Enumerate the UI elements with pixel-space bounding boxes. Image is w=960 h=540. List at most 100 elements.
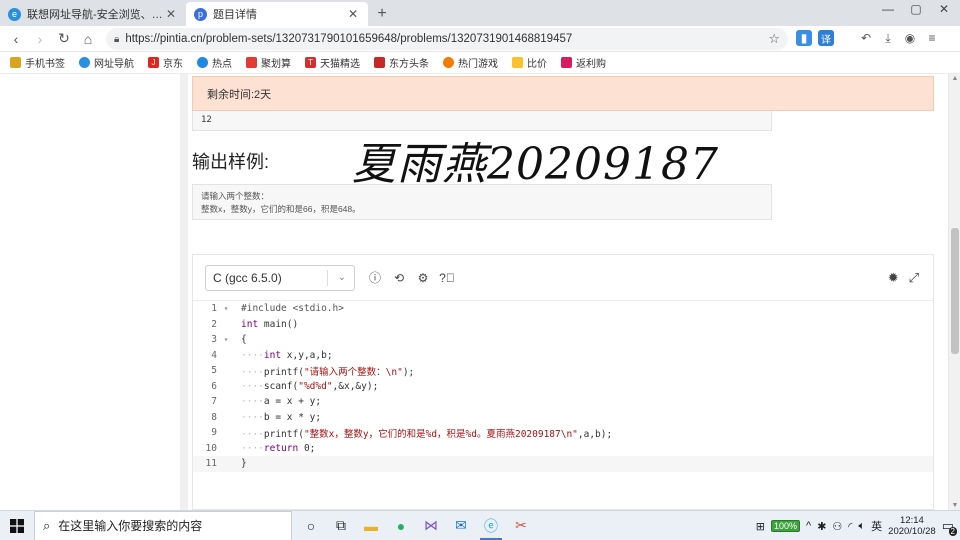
network-icon[interactable]: ◜ — [848, 520, 852, 533]
reload-button[interactable]: ↻ — [52, 30, 76, 47]
notification-icon[interactable]: ▭ 2 — [942, 518, 957, 536]
home-button[interactable]: ⌂ — [76, 31, 100, 47]
url-field[interactable]: 🔒︎ https://pintia.cn/problem-sets/132073… — [106, 28, 788, 50]
volume-icon[interactable]: 🔈︎ — [859, 520, 866, 533]
file-explorer-icon[interactable]: ▬ — [356, 511, 386, 540]
lock-icon: 🔒︎ — [114, 33, 120, 45]
windows-taskbar: ⌕ 在这里输入你要搜索的内容 ○ ⧉ ▬ ● ⋈ ✉ ⓔ ✂ ⊞ 100% ^ … — [0, 510, 960, 540]
code-line[interactable]: 8 ····b = x * y; — [193, 410, 933, 426]
info-icon[interactable]: ⓘ — [367, 270, 383, 286]
bookmark-item[interactable]: 热点 — [197, 55, 232, 70]
windows-logo-icon — [10, 518, 24, 533]
tab-problem-detail[interactable]: p 题目详情 ✕ — [186, 2, 368, 26]
bookmark-icon — [443, 57, 454, 68]
code-line[interactable]: 11} — [193, 456, 933, 472]
code-line[interactable]: 9 ····printf("整数x，整数y，它们的和是%d，积是%d。夏雨燕202… — [193, 425, 933, 441]
scrollbar-thumb[interactable] — [951, 228, 959, 354]
left-gutter — [180, 74, 188, 510]
translate-icon[interactable]: 译 — [818, 30, 834, 46]
bookmark-icon — [512, 57, 523, 68]
ime-indicator[interactable]: 英 — [871, 518, 882, 534]
bookmark-item[interactable]: 比价 — [512, 55, 547, 70]
bookmark-item[interactable]: 热门游戏 — [443, 55, 498, 70]
code-line[interactable]: 7 ····a = x + y; — [193, 394, 933, 410]
tray-chevron-icon[interactable]: ^ — [806, 520, 811, 532]
task-view-icon[interactable]: ⧉ — [326, 511, 356, 540]
battery-indicator[interactable]: 100% — [770, 520, 801, 532]
bookmark-item[interactable]: 手机书签 — [10, 55, 65, 70]
wechat-tray-icon[interactable]: ✱ — [817, 520, 826, 533]
clock[interactable]: 12:14 2020/10/28 — [888, 515, 936, 537]
browser-e-icon[interactable]: ⓔ — [476, 511, 506, 540]
code-line[interactable]: 2 int main() — [193, 317, 933, 333]
visual-studio-icon[interactable]: ⋈ — [416, 511, 446, 540]
bookmark-icon: T — [305, 57, 316, 68]
clock-time: 12:14 — [900, 515, 924, 526]
maximize-button[interactable]: ▢ — [902, 2, 930, 16]
remaining-time-banner: 剩余时间:2天 — [192, 76, 934, 111]
bookmark-icon — [10, 57, 21, 68]
code-line[interactable]: 1 ▾ #include <stdio.h> — [193, 301, 933, 317]
history-icon[interactable]: ⟲ — [391, 270, 407, 286]
close-tab-icon[interactable]: ✕ — [346, 7, 360, 21]
fullscreen-icon[interactable]: ⤢ — [909, 270, 919, 286]
close-window-button[interactable]: ✕ — [930, 2, 958, 16]
tray-app-icon[interactable]: ⊞ — [756, 520, 765, 533]
fold-arrow-icon[interactable]: ▾ — [221, 304, 231, 313]
code-text: } — [241, 458, 247, 470]
select-divider — [327, 269, 328, 286]
wechat-icon[interactable]: ● — [386, 511, 416, 540]
bookmark-item[interactable]: T 天猫精选 — [305, 55, 360, 70]
new-tab-button[interactable]: + — [368, 2, 396, 26]
tab-bar: e 联想网址导航-安全浏览、极速体验 ✕ p 题目详情 ✕ + — ▢ ✕ — [0, 0, 960, 26]
back-button[interactable]: ‹ — [4, 31, 28, 47]
snipping-tool-icon[interactable]: ✂ — [506, 511, 536, 540]
code-text: ····b = x * y; — [241, 411, 322, 423]
tab-lenovo-nav[interactable]: e 联想网址导航-安全浏览、极速体验 ✕ — [0, 2, 186, 26]
code-text: ····printf("请输入两个整数：\n"); — [241, 366, 415, 378]
language-select[interactable]: C (gcc 6.5.0) ⌄ — [205, 264, 355, 291]
line-number: 8 — [211, 411, 217, 423]
code-text: ····a = x + y; — [241, 396, 322, 408]
bookmark-item[interactable]: 聚划算 — [246, 55, 291, 70]
line-number: 5 — [211, 365, 217, 377]
code-line[interactable]: 6 ····scanf("%d%d",&x,&y); — [193, 379, 933, 395]
window-controls: — ▢ ✕ — [874, 2, 958, 16]
page-content: 剩余时间:2天 12 输出样例: 夏雨燕20209187 请输入两个整数： 整数… — [0, 74, 948, 510]
code-line[interactable]: 4 ····int x,y,a,b; — [193, 348, 933, 364]
bookmark-star-icon[interactable]: ☆ — [768, 31, 780, 47]
close-tab-icon[interactable]: ✕ — [164, 7, 178, 21]
mail-icon[interactable]: ✉ — [446, 511, 476, 540]
line-number: 7 — [211, 396, 217, 408]
people-icon[interactable]: ⚇ — [832, 520, 842, 533]
undo-icon[interactable]: ↶ — [858, 30, 874, 46]
taskbar-search-box[interactable]: ⌕ 在这里输入你要搜索的内容 — [34, 510, 292, 540]
scroll-down-arrow-icon[interactable]: ▼ — [949, 502, 960, 509]
settings-gear-icon[interactable]: ⚙ — [415, 270, 431, 286]
bookmark-item[interactable]: 网址导航 — [79, 55, 134, 70]
notification-count: 2 — [948, 527, 957, 536]
scroll-up-arrow-icon[interactable]: ▲ — [949, 75, 960, 82]
code-line[interactable]: 10 ····return 0; — [193, 441, 933, 457]
bookmark-item[interactable]: 返利购 — [561, 55, 606, 70]
debug-bug-icon[interactable]: ✹ — [888, 270, 899, 286]
forward-button[interactable]: › — [28, 31, 52, 47]
code-line[interactable]: 3 ▾ { — [193, 332, 933, 348]
extension-icon[interactable]: ▮ — [796, 30, 812, 46]
browser-toolbar-icons: ▮ 译 ↶ ⤓ ◉ ≡ — [796, 30, 940, 46]
help-icon[interactable]: ?⃝ — [439, 270, 455, 286]
fold-arrow-icon[interactable]: ▾ — [221, 335, 231, 344]
minimize-button[interactable]: — — [874, 2, 902, 16]
code-line[interactable]: 5 ····printf("请输入两个整数：\n"); — [193, 363, 933, 379]
page-scrollbar[interactable]: ▲ ▼ — [948, 74, 960, 510]
line-number: 10 — [205, 442, 217, 454]
download-icon[interactable]: ⤓ — [880, 30, 896, 46]
code-area[interactable]: 1 ▾ #include <stdio.h> 2 int main() 3 ▾ {4 ····i… — [193, 301, 933, 472]
start-button[interactable] — [0, 511, 34, 540]
cortana-icon[interactable]: ○ — [296, 511, 326, 540]
user-icon[interactable]: ◉ — [902, 30, 918, 46]
menu-icon[interactable]: ≡ — [924, 30, 940, 46]
url-text: https://pintia.cn/problem-sets/132073179… — [125, 33, 573, 45]
bookmark-item[interactable]: J 京东 — [148, 55, 183, 70]
bookmark-item[interactable]: 东方头条 — [374, 55, 429, 70]
